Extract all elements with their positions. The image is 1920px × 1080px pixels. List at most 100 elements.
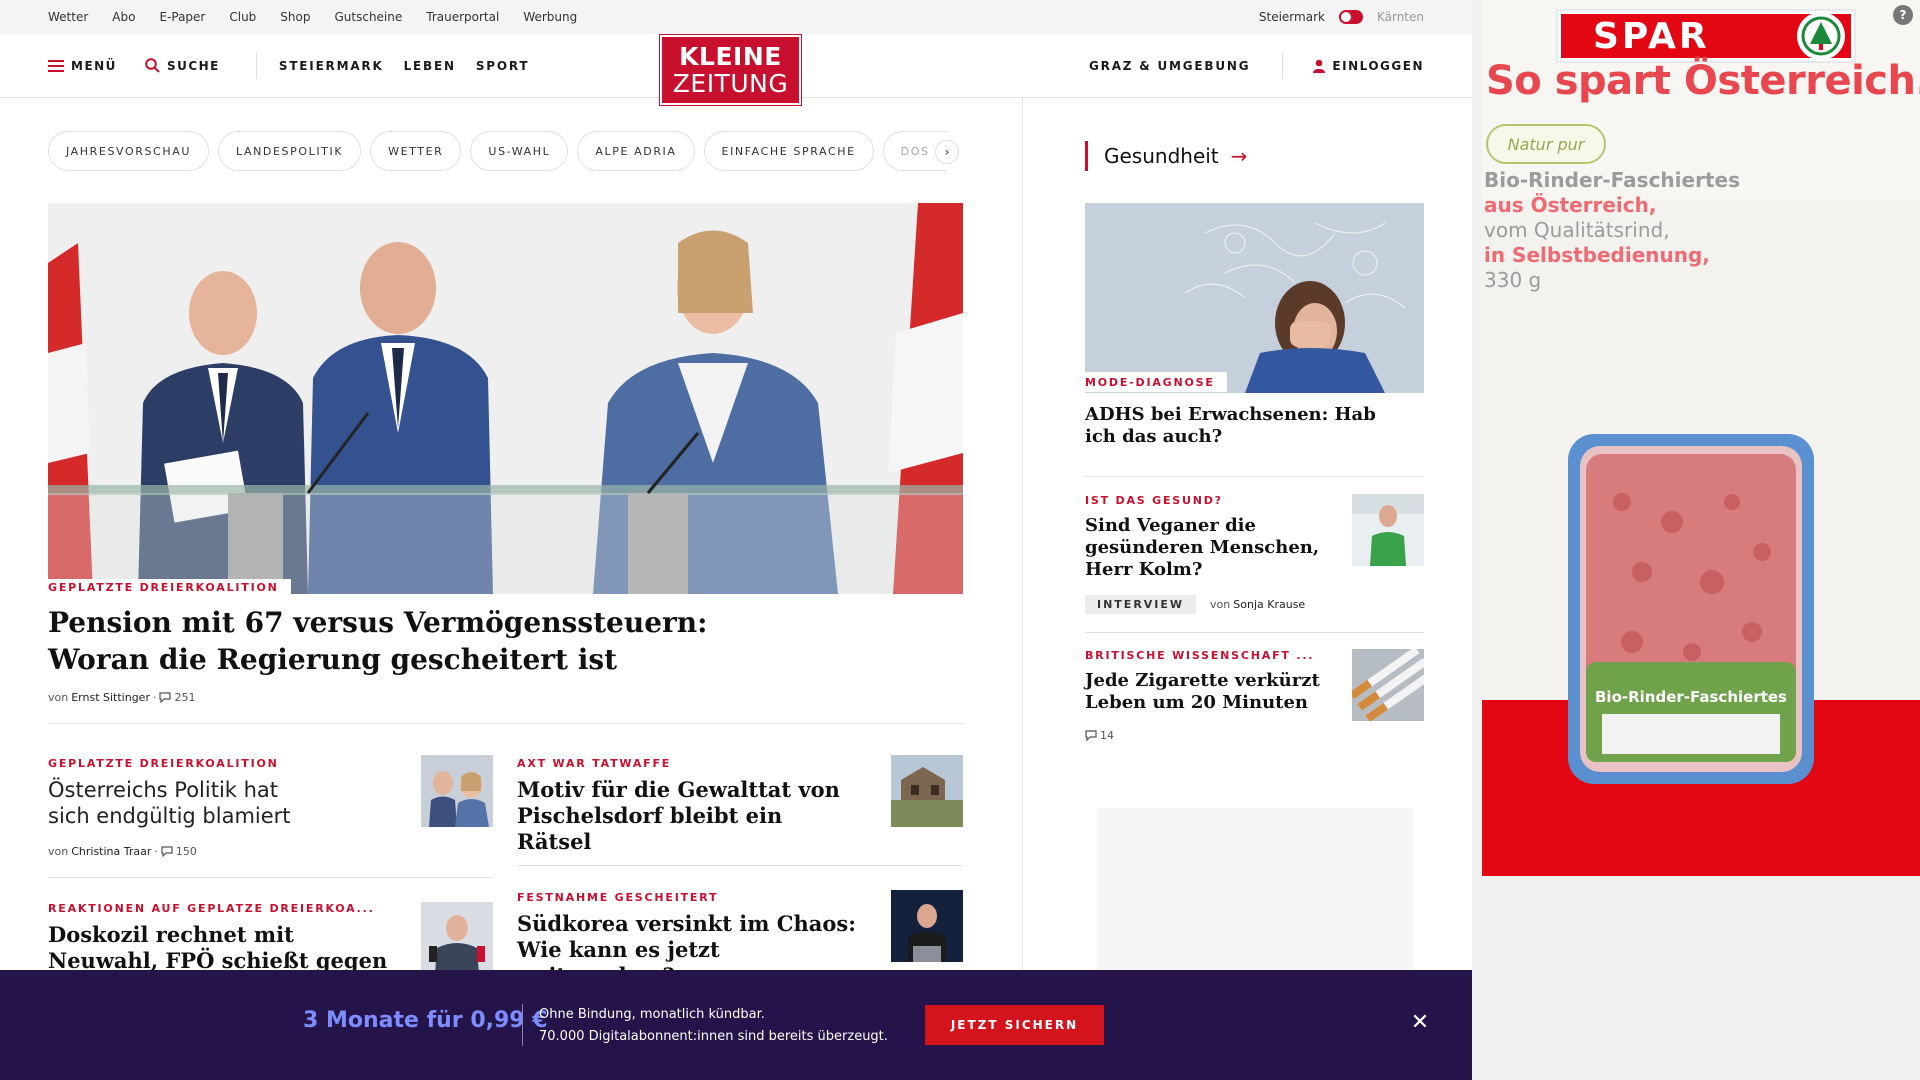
utility-link-werbung[interactable]: Werbung (523, 10, 577, 24)
hero-headline[interactable]: Pension mit 67 versus Vermögenssteuern: … (48, 604, 748, 678)
byline-dot: · (152, 691, 157, 704)
utility-links: Wetter Abo E-Paper Club Shop Gutscheine … (48, 10, 577, 24)
chip-alpe-adria[interactable]: ALPE ADRIA (577, 131, 695, 171)
card-kicker[interactable]: AXT WAR TATWAFFE (517, 757, 671, 770)
chevron-right-icon: › (944, 145, 950, 159)
comment-count[interactable]: 251 (174, 691, 195, 704)
menu-button[interactable]: MENÜ (48, 59, 117, 73)
spar-advertisement[interactable]: SPAR So spart Österreich. Natur pur Bio-… (1482, 0, 1920, 876)
hero-photo (48, 203, 963, 594)
sidebar-headline[interactable]: ADHS bei Erwachsenen: Hab ich das auch? (1085, 404, 1385, 448)
ad-copy-line2: aus Österreich, (1484, 193, 1657, 217)
nav-section-steiermark[interactable]: STEIERMARK (279, 59, 384, 73)
region-steiermark[interactable]: Steiermark (1259, 10, 1325, 24)
sidebar-lead-image[interactable] (1085, 203, 1424, 393)
sidebar-byline: INTERVIEW von Sonja Krause (1085, 595, 1305, 614)
author-link[interactable]: Sonja Krause (1233, 598, 1305, 611)
card-divider (48, 877, 493, 878)
thumbnail-photo (1352, 494, 1424, 566)
hero-divider (48, 723, 963, 724)
nav-section-leben[interactable]: LEBEN (404, 59, 456, 73)
byline: von Sonja Krause (1210, 598, 1305, 611)
comment-icon (161, 846, 173, 857)
by-prefix: von (48, 845, 69, 858)
nav-right: GRAZ & UMGEBUNG EINLOGGEN (1089, 52, 1424, 79)
card-kicker[interactable]: GEPLATZTE DREIERKOALITION (48, 757, 279, 770)
logo-line1: KLEINE (679, 42, 782, 71)
column-divider (1022, 98, 1023, 998)
utility-link-abo[interactable]: Abo (112, 10, 135, 24)
card-kicker[interactable]: FESTNAHME GESCHEITERT (517, 891, 718, 904)
natur-pur-badge: Natur pur (1486, 124, 1606, 164)
close-icon[interactable]: ✕ (1408, 1010, 1432, 1035)
region-link[interactable]: GRAZ & UMGEBUNG (1089, 59, 1250, 73)
spar-brand: SPAR (1593, 15, 1710, 57)
chip-jahresvorschau[interactable]: JAHRESVORSCHAU (48, 131, 209, 171)
card-headline[interactable]: Motiv für die Gewalttat von Pischelsdorf… (517, 777, 857, 855)
chip-us-wahl[interactable]: US-WAHL (470, 131, 569, 171)
region-kaernten[interactable]: Kärnten (1377, 10, 1424, 24)
sidebar-kicker[interactable]: BRITISCHE WISSENSCHAFT ... (1085, 649, 1314, 662)
card-thumbnail[interactable] (421, 755, 493, 827)
hero-image[interactable] (48, 203, 963, 594)
subscription-banner: 3 Monate für 0,99 € Ohne Bindung, monatl… (0, 970, 1472, 1080)
thumbnail-photo (891, 890, 963, 962)
sidebar-lead-photo (1085, 203, 1424, 393)
hero-kicker[interactable]: GEPLATZTE DREIERKOALITION (48, 579, 291, 594)
ad-copy-line1: Bio-Rinder-Faschiertes (1484, 168, 1740, 192)
card-thumbnail[interactable] (421, 902, 493, 974)
author-link[interactable]: Ernst Sittinger (71, 691, 150, 704)
utility-link-club[interactable]: Club (229, 10, 256, 24)
author-link[interactable]: Christina Traar (71, 845, 151, 858)
ad-info-icon[interactable]: ? (1893, 5, 1913, 25)
ad-copy-line4: in Selbstbedienung, (1484, 243, 1710, 267)
promo-price[interactable]: 3 Monate für 0,99 € (303, 1008, 548, 1033)
chip-landespolitik[interactable]: LANDESPOLITIK (217, 131, 362, 171)
card-kicker[interactable]: REAKTIONEN AUF GEPLATZE DREIERKOA... (48, 902, 375, 915)
card-byline: von Christina Traar · 150 (48, 845, 197, 858)
card-thumbnail[interactable] (891, 755, 963, 827)
search-label: SUCHE (166, 58, 220, 73)
hero-byline: von Ernst Sittinger · 251 (48, 691, 195, 704)
nav-section-sport[interactable]: SPORT (476, 59, 530, 73)
chip-wetter[interactable]: WETTER (370, 131, 462, 171)
package-label: Bio-Rinder-Faschiertes (1595, 688, 1787, 706)
region-toggle[interactable] (1338, 10, 1363, 24)
utility-link-gutscheine[interactable]: Gutscheine (334, 10, 402, 24)
sidebar-headline[interactable]: Jede Zigarette verkürzt Leben um 20 Minu… (1085, 670, 1325, 714)
utility-link-wetter[interactable]: Wetter (48, 10, 88, 24)
card-thumbnail[interactable] (891, 890, 963, 962)
sidebar-thumbnail[interactable] (1352, 649, 1424, 721)
hamburger-icon (48, 59, 64, 72)
card-headline[interactable]: Österreichs Politik hat sich endgültig b… (48, 777, 318, 829)
byline-dot: · (154, 845, 158, 858)
thumbnail-photo (1352, 649, 1424, 721)
section-header-gesundheit[interactable]: Gesundheit → (1085, 141, 1247, 171)
sidebar-kicker[interactable]: IST DAS GESUND? (1085, 494, 1223, 507)
sidebar-divider (1085, 476, 1424, 477)
search-button[interactable]: SUCHE (145, 58, 220, 73)
utility-link-trauerportal[interactable]: Trauerportal (426, 10, 499, 24)
promo-text: Ohne Bindung, monatlich kündbar. 70.000 … (539, 1004, 888, 1048)
utility-link-epaper[interactable]: E-Paper (159, 10, 205, 24)
login-button[interactable]: EINLOGGEN (1313, 59, 1424, 73)
region-switch: Steiermark Kärnten (1259, 10, 1424, 24)
site-logo[interactable]: KLEINE ZEITUNG (659, 34, 802, 106)
section-title: Gesundheit (1104, 144, 1219, 168)
menu-label: MENÜ (71, 58, 117, 73)
logo-line2: ZEITUNG (672, 69, 789, 98)
comment-count[interactable]: 150 (176, 845, 197, 858)
ad-copy: Bio-Rinder-Faschiertes aus Österreich, v… (1484, 168, 1740, 293)
search-icon (145, 58, 160, 73)
promo-cta-button[interactable]: JETZT SICHERN (925, 1005, 1104, 1045)
ad-copy-line3: vom Qualitätsrind, (1484, 218, 1670, 242)
sidebar-kicker[interactable]: MODE-DIAGNOSE (1085, 372, 1227, 392)
sidebar-headline[interactable]: Sind Veganer die gesünderen Menschen, He… (1085, 515, 1325, 581)
sidebar-thumbnail[interactable] (1352, 494, 1424, 566)
chip-einfache-sprache[interactable]: EINFACHE SPRACHE (703, 131, 874, 171)
chips-next-button[interactable]: › (935, 140, 959, 164)
spar-tree-icon (1797, 12, 1845, 60)
utility-link-shop[interactable]: Shop (280, 10, 310, 24)
comment-count[interactable]: 14 (1100, 729, 1114, 742)
nav-divider (255, 52, 257, 79)
